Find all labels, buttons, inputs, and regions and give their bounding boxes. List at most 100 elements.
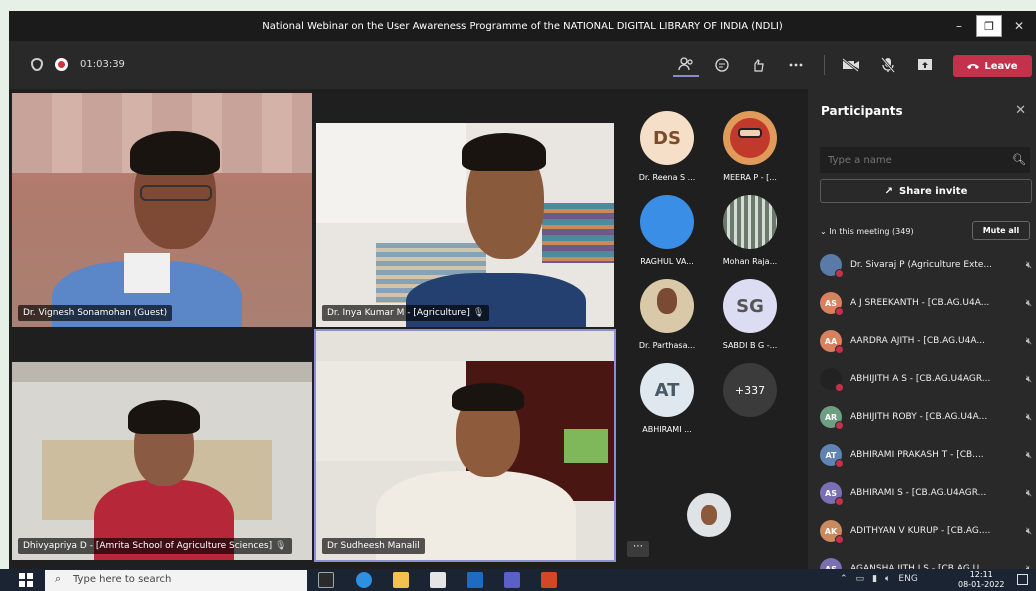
share-screen-icon[interactable] <box>912 53 938 77</box>
mic-muted-icon: 🔇︎ <box>1025 449 1032 461</box>
participant-name: ABHIJITH ROBY - [CB.AG.U4A... <box>850 412 988 422</box>
participant-avatar[interactable] <box>640 195 694 249</box>
leave-button[interactable]: Leave <box>953 55 1032 77</box>
participant-row[interactable]: AA AARDRA AJITH - [CB.AG.U4A... 🔇︎ <box>820 327 1032 355</box>
people-icon[interactable] <box>673 53 699 77</box>
panel-title: Participants <box>821 104 903 118</box>
participant-name-label: Dr Sudheesh Manalil <box>322 538 425 554</box>
volume-icon[interactable]: 🔈︎ <box>885 574 890 584</box>
chevron-up-icon[interactable]: ⌃ <box>840 574 848 584</box>
mic-muted-icon: 🔇︎ <box>1025 297 1032 309</box>
participant-row[interactable]: AS A J SREEKANTH - [CB.AG.U4A... 🔇︎ <box>820 289 1032 317</box>
maximize-button[interactable]: ❐ <box>976 15 1002 37</box>
participant-avatar[interactable] <box>723 111 777 165</box>
participant-name: ABHIRAMI PRAKASH T - [CB.... <box>850 450 984 460</box>
edge-icon[interactable] <box>356 572 372 588</box>
mic-muted-icon: 🔇︎ <box>1025 335 1032 347</box>
mic-muted-icon: 🔇︎ <box>1025 373 1032 385</box>
participant-avatar[interactable]: DS <box>640 111 694 165</box>
phone-hangup-icon <box>967 64 980 69</box>
taskbar-search[interactable]: ⌕ Type here to search <box>45 570 307 591</box>
reactions-icon[interactable] <box>746 53 772 77</box>
task-view-icon[interactable] <box>318 572 334 588</box>
mic-icon: 🎙 <box>472 308 485 318</box>
close-icon[interactable]: ✕ <box>1015 103 1026 118</box>
mic-icon: 🎙 <box>275 541 287 551</box>
status-dot <box>835 497 844 506</box>
more-options-icon[interactable] <box>783 53 809 77</box>
notifications-icon[interactable] <box>1017 574 1028 585</box>
avatar-label: Dr. Parthasa... <box>638 341 696 350</box>
participant-name-label: Dr. Vignesh Sonamohan (Guest) <box>18 305 173 321</box>
participant-avatar: AR <box>820 406 844 430</box>
participant-avatar[interactable]: AT <box>640 363 694 417</box>
share-invite-button[interactable]: ↗ Share invite <box>820 179 1032 203</box>
more-participants-button[interactable]: +337 <box>723 363 777 417</box>
participant-avatar: AA <box>820 330 844 354</box>
participant-name: ADITHYAN V KURUP - [CB.AG.... <box>850 526 991 536</box>
self-view-avatar[interactable] <box>687 493 731 537</box>
store-icon[interactable] <box>430 572 446 588</box>
video-tile[interactable]: Dhivyapriya D - [Amrita School of Agricu… <box>12 362 312 560</box>
search-input[interactable] <box>820 147 1030 173</box>
mail-icon[interactable] <box>467 572 483 588</box>
clock-time: 12:11 <box>969 570 993 579</box>
participant-avatar: AT <box>820 444 844 468</box>
meeting-toolbar: 01:03:39 Leave <box>9 41 1036 89</box>
participant-row[interactable]: AS ABHIRAMI S - [CB.AG.U4AGR... 🔇︎ <box>820 479 1032 507</box>
search-icon[interactable]: 🔍︎ <box>1012 153 1026 166</box>
mic-muted-icon: 🔇︎ <box>1025 259 1032 271</box>
participant-name-label: Dr. Inya Kumar M - [Agriculture] 🎙 <box>322 305 490 321</box>
chat-icon[interactable] <box>709 53 735 77</box>
windows-start-icon[interactable] <box>19 573 33 587</box>
participant-row[interactable]: Dr. Sivaraj P (Agriculture Exte... 🔇︎ <box>820 251 1032 279</box>
more-icon[interactable]: ⋯ <box>627 541 649 557</box>
avatar-label: MEERA P - [... <box>723 173 777 182</box>
minimize-button[interactable]: – <box>942 11 976 41</box>
mic-muted-icon: 🔇︎ <box>1025 525 1032 537</box>
mute-all-button[interactable]: Mute all <box>972 221 1030 240</box>
participant-row[interactable]: AT ABHIRAMI PRAKASH T - [CB.... 🔇︎ <box>820 441 1032 469</box>
avatar-label: RAGHUL VA... <box>640 257 694 266</box>
participant-name: ABHIJITH A S - [CB.AG.U4AGR... <box>850 374 991 384</box>
participant-avatar[interactable] <box>723 195 777 249</box>
status-dot <box>835 535 844 544</box>
participant-row[interactable]: AR ABHIJITH ROBY - [CB.AG.U4A... 🔇︎ <box>820 403 1032 431</box>
windows-taskbar: ⌕ Type here to search ⌃ ▭ ▮ 🔈︎ ENG 12:11… <box>0 569 1036 591</box>
participant-name-label: Dhivyapriya D - [Amrita School of Agricu… <box>18 538 292 554</box>
video-tile[interactable]: Dr. Inya Kumar M - [Agriculture] 🎙 <box>316 123 614 327</box>
participant-name: Dr. Sivaraj P (Agriculture Exte... <box>850 260 992 270</box>
participant-row[interactable]: ABHIJITH A S - [CB.AG.U4AGR... 🔇︎ <box>820 365 1032 393</box>
window-controls: – ❐ ✕ <box>942 11 1036 41</box>
clock-date: 08-01-2022 <box>958 580 1005 589</box>
clock[interactable]: 12:11 08-01-2022 <box>958 570 1005 590</box>
powerpoint-icon[interactable] <box>541 572 557 588</box>
file-explorer-icon[interactable] <box>393 572 409 588</box>
participant-avatar[interactable]: SG <box>723 279 777 333</box>
camera-off-icon[interactable] <box>838 53 864 77</box>
close-button[interactable]: ✕ <box>1002 11 1036 41</box>
participant-avatar: AS <box>820 292 844 316</box>
window-title: National Webinar on the User Awareness P… <box>262 20 783 32</box>
language-indicator[interactable]: ENG <box>898 574 917 584</box>
participants-panel: Participants ✕ 🔍︎ ↗ Share invite ⌄ In th… <box>808 89 1036 582</box>
participant-avatar <box>820 368 844 392</box>
mic-muted-icon: 🔇︎ <box>1025 411 1032 423</box>
mic-off-icon[interactable] <box>875 53 901 77</box>
battery-icon[interactable]: ▮ <box>872 574 877 584</box>
meeting-count-header[interactable]: ⌄ In this meeting (349) <box>820 227 914 236</box>
participant-name: ABHIRAMI S - [CB.AG.U4AGR... <box>850 488 987 498</box>
mic-muted-icon: 🔇︎ <box>1025 487 1032 499</box>
status-dot <box>835 459 844 468</box>
network-icon[interactable]: ▭ <box>856 574 865 584</box>
video-tile[interactable]: Dr Sudheesh Manalil <box>314 329 616 562</box>
participant-name: A J SREEKANTH - [CB.AG.U4A... <box>850 298 990 308</box>
search-icon: ⌕ <box>55 572 62 585</box>
video-tile[interactable]: Dr. Vignesh Sonamohan (Guest) <box>12 93 312 327</box>
avatar-label: SABDI B G -... <box>722 341 778 350</box>
participant-row[interactable]: AK ADITHYAN V KURUP - [CB.AG.... 🔇︎ <box>820 517 1032 545</box>
participant-avatar[interactable] <box>640 279 694 333</box>
participant-avatar: AS <box>820 482 844 506</box>
teams-icon[interactable] <box>504 572 520 588</box>
leave-label: Leave <box>984 60 1018 72</box>
